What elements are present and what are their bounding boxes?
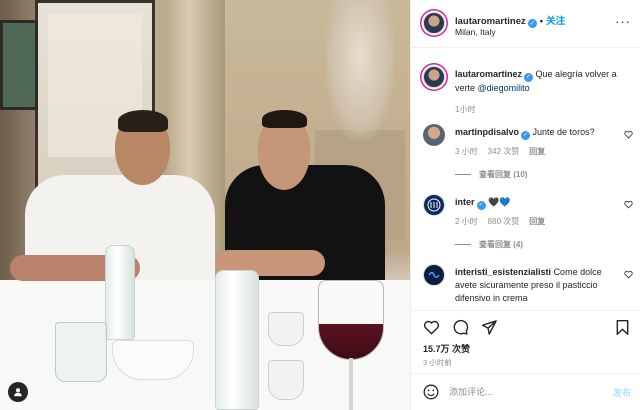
comment-time: 3 小时 [455, 147, 478, 156]
comment-heart-icon[interactable] [624, 270, 633, 279]
post-comment-button[interactable]: 发布 [613, 386, 631, 399]
add-comment-bar: 发布 [411, 373, 640, 410]
list-item: interisti_esistenzialisti Come dolce ave… [423, 264, 637, 308]
verified-badge-icon: ✓ [521, 131, 531, 140]
photo-water-bottle [105, 245, 135, 340]
list-item: martinpdisalvo ✓ Junte de toros? 3 小时 342 … [423, 124, 637, 184]
photo-cup [268, 312, 304, 346]
comment-heart-icon[interactable] [624, 200, 633, 209]
caption: lautaromartinez ✓ Que alegría volver a ve… [423, 66, 637, 116]
list-item: inter ✓ 🖤💙 2 小时 880 次赞 回复 查看回复 (4) [423, 194, 637, 254]
verified-badge-icon: ✓ [524, 73, 534, 82]
comment-icon[interactable] [452, 319, 469, 336]
photo-cup [268, 360, 304, 400]
heart-icon[interactable] [423, 319, 440, 336]
emoji-icon[interactable] [423, 384, 439, 400]
photo-wall-art [0, 20, 38, 110]
view-replies-button[interactable]: 查看回复 (10) [455, 169, 527, 180]
comment-heart-icon[interactable] [624, 130, 633, 139]
photo-glass [55, 322, 107, 382]
follow-button[interactable]: 关注 [546, 16, 565, 27]
comment-username[interactable]: martinpdisalvo [455, 127, 519, 137]
post-header: lautaromartinez ✓ • 关注 Milan, Italy ··· [411, 0, 640, 48]
commenter-avatar[interactable] [423, 124, 445, 146]
reply-button[interactable]: 回复 [529, 217, 545, 226]
post-actions: 15.7万 次赞 3 小时前 [411, 310, 640, 380]
author-avatar[interactable] [423, 66, 445, 88]
mention-link[interactable]: @diegomilito [478, 83, 530, 93]
comment-username[interactable]: interisti_esistenzialisti [455, 267, 551, 277]
photo-water-bottle [215, 270, 259, 410]
comment-time: 1小时 [455, 105, 476, 114]
comment-likes[interactable]: 880 次赞 [488, 217, 520, 226]
author-avatar[interactable] [423, 12, 445, 34]
view-replies-button[interactable]: 查看回复 (4) [455, 239, 523, 250]
comment-username[interactable]: inter [455, 197, 475, 207]
comment-username[interactable]: lautaromartinez [455, 69, 522, 79]
commenter-avatar[interactable] [423, 264, 445, 286]
verified-badge-icon: ✓ [476, 201, 486, 210]
post-timestamp[interactable]: 3 小时前 [423, 357, 452, 368]
post-photo[interactable] [0, 0, 410, 410]
user-tag-icon[interactable] [8, 382, 28, 402]
comments-list: lautaromartinez ✓ Que alegría volver a ve… [411, 58, 640, 308]
author-username[interactable]: lautaromartinez [455, 16, 526, 27]
photo-statue [325, 0, 395, 140]
comment-likes[interactable]: 342 次赞 [488, 147, 520, 156]
like-count[interactable]: 15.7万 次赞 [423, 342, 470, 355]
reply-button[interactable]: 回复 [529, 147, 545, 156]
post-location[interactable]: Milan, Italy [455, 27, 496, 37]
photo-bowl [112, 340, 194, 380]
comment-input[interactable] [449, 383, 599, 401]
comment-text: 🖤💙 [488, 197, 511, 207]
more-options-icon[interactable]: ··· [615, 14, 631, 29]
verified-badge-icon: ✓ [527, 19, 537, 28]
share-icon[interactable] [481, 319, 498, 336]
commenter-avatar[interactable] [423, 194, 445, 216]
comment-text: Junte de toros? [532, 127, 595, 137]
post-side-panel: lautaromartinez ✓ • 关注 Milan, Italy ··· lau… [410, 0, 640, 410]
comment-time: 2 小时 [455, 217, 478, 226]
photo-wine-glass [318, 280, 384, 360]
bookmark-icon[interactable] [614, 319, 631, 336]
